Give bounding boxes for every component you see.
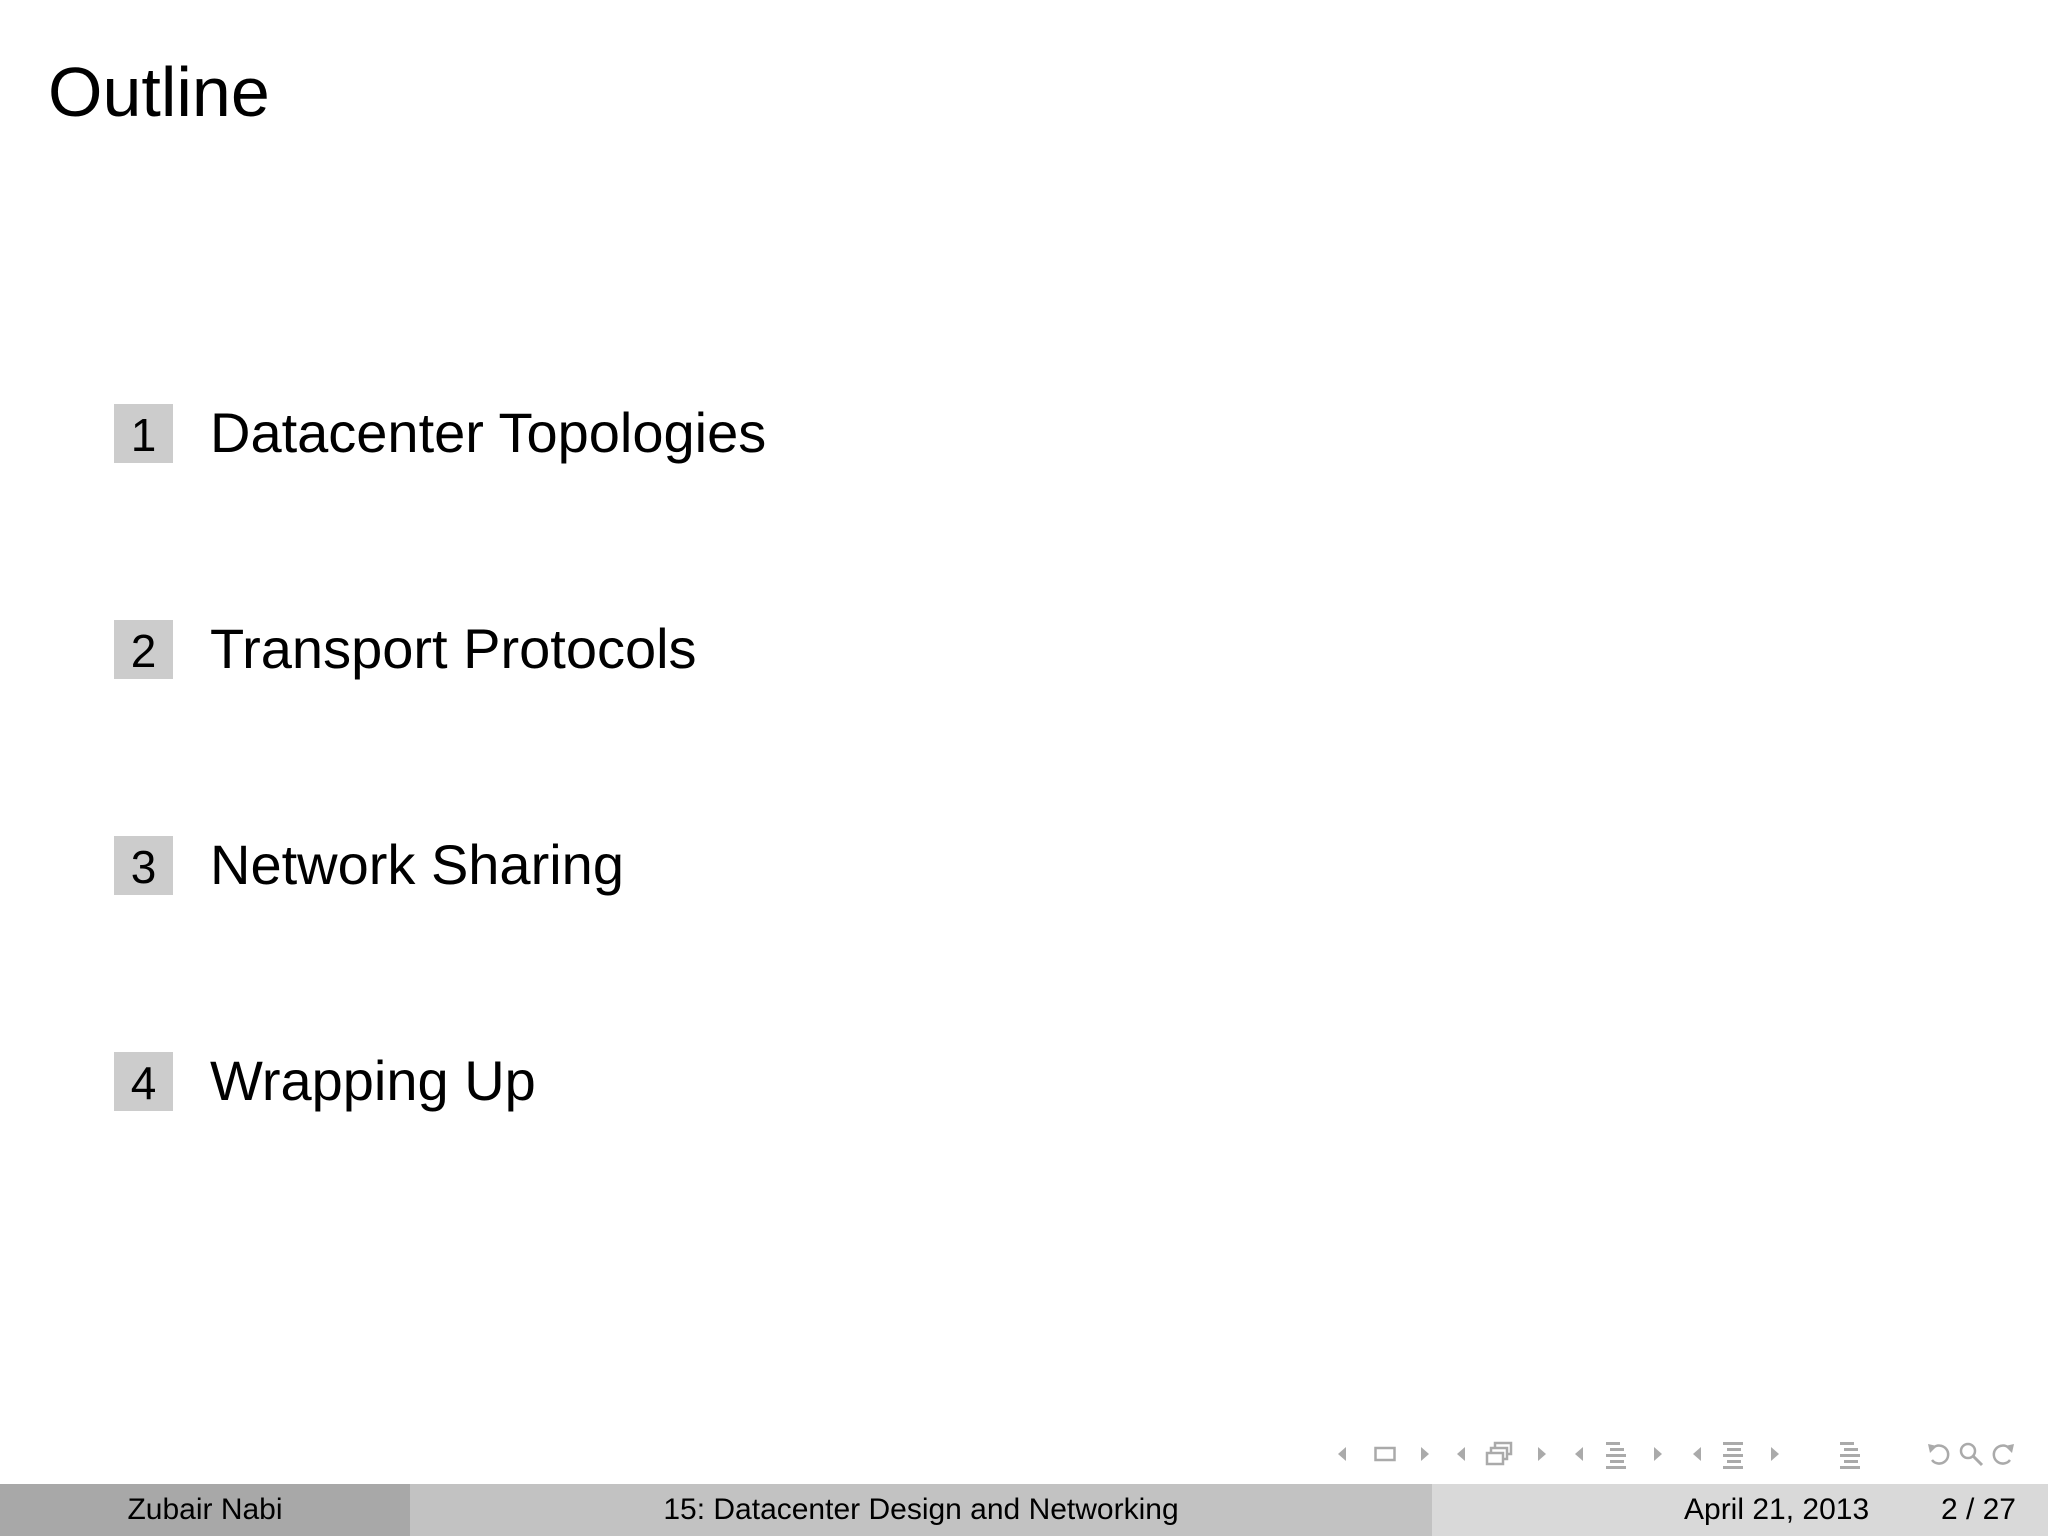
toc-item-number: 4	[114, 1051, 173, 1111]
prev-part-arrow-icon[interactable]	[1690, 1436, 1704, 1472]
next-part-arrow-icon[interactable]	[1768, 1436, 1782, 1472]
slide-title: Outline	[48, 53, 270, 131]
search-icon[interactable]	[1956, 1436, 1986, 1472]
footer-title: 15: Datacenter Design and Networking	[410, 1484, 1432, 1536]
toc-item-label: Network Sharing	[210, 833, 624, 896]
prev-frame-arrow-icon[interactable]	[1335, 1436, 1349, 1472]
footer-right: April 21, 2013 2 / 27	[1432, 1484, 2048, 1536]
footer: Zubair Nabi 15: Datacenter Design and Ne…	[0, 1484, 2048, 1536]
back-icon[interactable]	[1924, 1436, 1954, 1472]
toc-item-label: Transport Protocols	[210, 617, 697, 680]
toc-item-number: 3	[114, 835, 173, 895]
footer-date: April 21, 2013	[1684, 1493, 1870, 1526]
section-icon[interactable]	[1602, 1436, 1630, 1472]
subsection-icon[interactable]	[1484, 1436, 1516, 1472]
prev-section-arrow-icon[interactable]	[1572, 1436, 1586, 1472]
toc-item-number: 1	[114, 403, 173, 463]
next-frame-arrow-icon[interactable]	[1418, 1436, 1432, 1472]
toc-item-label: Datacenter Topologies	[210, 401, 767, 464]
toc-item-label: Wrapping Up	[210, 1049, 536, 1112]
forward-icon[interactable]	[1988, 1436, 2018, 1472]
next-section-arrow-icon[interactable]	[1651, 1436, 1665, 1472]
footer-author: Zubair Nabi	[0, 1484, 410, 1536]
toc-item-transport-protocols[interactable]: 2 Transport Protocols	[114, 619, 697, 679]
frame-icon[interactable]	[1372, 1436, 1398, 1472]
toc-item-network-sharing[interactable]: 3 Network Sharing	[114, 835, 624, 895]
beamer-navigation-bar	[1330, 1436, 2030, 1472]
toc-item-datacenter-topologies[interactable]: 1 Datacenter Topologies	[114, 403, 766, 463]
footer-page-number: 2 / 27	[1940, 1493, 2016, 1526]
presentation-icon[interactable]	[1719, 1436, 1747, 1472]
appendix-icon[interactable]	[1836, 1436, 1864, 1472]
toc-item-number: 2	[114, 619, 173, 679]
toc-item-wrapping-up[interactable]: 4 Wrapping Up	[114, 1051, 536, 1111]
next-subsection-arrow-icon[interactable]	[1535, 1436, 1549, 1472]
prev-subsection-arrow-icon[interactable]	[1454, 1436, 1468, 1472]
